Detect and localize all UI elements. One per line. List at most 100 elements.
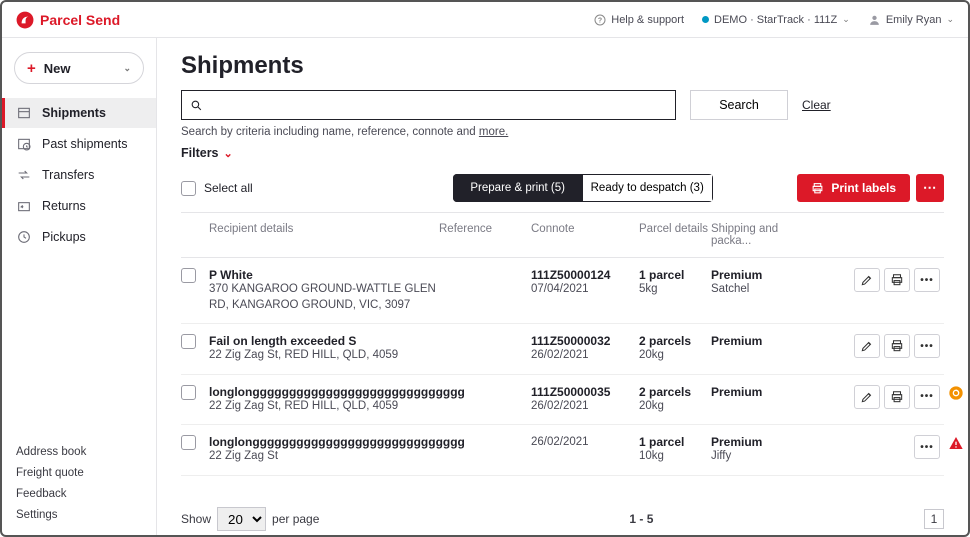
col-connote: Connote xyxy=(531,223,639,247)
more-link[interactable]: more. xyxy=(479,126,508,138)
sidebar-item-shipments[interactable]: Shipments xyxy=(2,98,156,128)
shipping-method: Premium xyxy=(711,435,811,449)
row-more-button[interactable]: ••• xyxy=(914,435,940,459)
row-checkbox[interactable] xyxy=(181,385,196,400)
main-content: Shipments Search Clear Search by criteri… xyxy=(157,38,968,535)
row-checkbox[interactable] xyxy=(181,334,196,349)
transfers-icon xyxy=(16,167,32,183)
sidebar-item-label: Returns xyxy=(42,199,86,213)
help-support-link[interactable]: ? Help & support xyxy=(594,14,684,26)
sidebar-item-label: Pickups xyxy=(42,230,86,244)
user-menu[interactable]: Emily Ryan ⌄ xyxy=(868,13,954,26)
new-button[interactable]: + New ⌄ xyxy=(14,52,144,84)
shipping-method: Premium xyxy=(711,334,811,348)
more-dots-icon: ••• xyxy=(920,341,934,352)
plus-icon: + xyxy=(27,60,36,77)
printer-icon xyxy=(811,182,824,195)
chevron-down-icon: ⌄ xyxy=(842,14,850,25)
sidebar-item-past-shipments[interactable]: Past shipments xyxy=(2,129,156,159)
table-toolbar: Select all Prepare & print (5) Ready to … xyxy=(181,174,944,202)
past-icon xyxy=(16,136,32,152)
sidebar-footer: Address book Freight quote Feedback Sett… xyxy=(2,446,156,525)
row-actions: ••• xyxy=(811,435,944,459)
table-row: Fail on length exceeded S22 Zig Zag St, … xyxy=(181,324,944,375)
chevron-down-icon: ⌄ xyxy=(946,14,954,25)
footer-address-book[interactable]: Address book xyxy=(16,446,142,458)
search-input[interactable] xyxy=(209,98,667,112)
recipient-address: 22 Zig Zag St, RED HILL, QLD, 4059 xyxy=(209,348,439,364)
search-icon xyxy=(190,99,203,112)
account-switcher[interactable]: DEMO · StarTrack · 111Z ⌄ xyxy=(702,14,850,26)
table-row: longlonggggggggggggggggggggggggggggg22 Z… xyxy=(181,425,944,476)
topbar: Parcel Send ? Help & support DEMO · Star… xyxy=(2,2,968,38)
brand: Parcel Send xyxy=(16,11,120,29)
more-dots-icon: ••• xyxy=(920,391,934,402)
footer-settings[interactable]: Settings xyxy=(16,509,142,521)
tab-prepare-print[interactable]: Prepare & print (5) xyxy=(453,174,583,202)
parcel-weight: 5kg xyxy=(639,283,711,295)
parcel-weight: 10kg xyxy=(639,450,711,462)
pager-current-page[interactable]: 1 xyxy=(924,509,944,529)
pager-show-label: Show xyxy=(181,512,211,526)
returns-icon xyxy=(16,198,32,214)
table-row: P White370 KANGAROO GROUND-WATTLE GLEN R… xyxy=(181,258,944,324)
packaging-type: Jiffy xyxy=(711,450,811,462)
logo-icon xyxy=(16,11,34,29)
row-checkbox[interactable] xyxy=(181,435,196,450)
recipient-address: 22 Zig Zag St, RED HILL, QLD, 4059 xyxy=(209,399,439,415)
connote-date: 26/02/2021 xyxy=(531,400,639,412)
col-shipping: Shipping and packa... xyxy=(711,223,811,247)
more-dots-icon: ••• xyxy=(920,442,934,453)
parcel-count: 1 parcel xyxy=(639,435,711,449)
print-button[interactable] xyxy=(884,334,910,358)
help-icon: ? xyxy=(594,14,606,26)
table-header: Recipient details Reference Connote Parc… xyxy=(181,213,944,258)
print-labels-button[interactable]: Print labels xyxy=(797,174,910,202)
sidebar-item-pickups[interactable]: Pickups xyxy=(2,222,156,252)
search-button[interactable]: Search xyxy=(690,90,788,120)
more-dots-icon: ••• xyxy=(920,275,934,286)
select-all[interactable]: Select all xyxy=(181,181,253,196)
sidebar-item-returns[interactable]: Returns xyxy=(2,191,156,221)
connote-date: 26/02/2021 xyxy=(531,436,639,448)
status-tabs: Prepare & print (5) Ready to despatch (3… xyxy=(453,174,713,202)
checkbox-icon[interactable] xyxy=(181,181,196,196)
sidebar-item-transfers[interactable]: Transfers xyxy=(2,160,156,190)
connote-number: 111Z50000032 xyxy=(531,334,639,348)
row-more-button[interactable]: ••• xyxy=(914,385,940,409)
row-actions: ••• xyxy=(811,334,944,358)
brand-name: Parcel Send xyxy=(40,12,120,28)
pager: Show 20 per page 1 - 5 1 xyxy=(181,507,944,531)
footer-feedback[interactable]: Feedback xyxy=(16,488,142,500)
per-page-select[interactable]: 20 xyxy=(217,507,266,531)
recipient-name: longlonggggggggggggggggggggggggggggg xyxy=(209,385,439,399)
col-recipient: Recipient details xyxy=(209,223,439,247)
pager-suffix: per page xyxy=(272,512,319,526)
filters-toggle[interactable]: Filters ⌄ xyxy=(181,146,944,160)
user-icon xyxy=(868,13,881,26)
edit-button[interactable] xyxy=(854,385,880,409)
sidebar-item-label: Transfers xyxy=(42,168,94,182)
edit-button[interactable] xyxy=(854,268,880,292)
parcel-count: 1 parcel xyxy=(639,268,711,282)
connote-number: 111Z50000124 xyxy=(531,268,639,282)
connote-date: 26/02/2021 xyxy=(531,349,639,361)
footer-freight-quote[interactable]: Freight quote xyxy=(16,467,142,479)
row-more-button[interactable]: ••• xyxy=(914,334,940,358)
status-dot-icon xyxy=(702,16,709,23)
row-checkbox[interactable] xyxy=(181,268,196,283)
clear-link[interactable]: Clear xyxy=(802,98,831,112)
row-more-button[interactable]: ••• xyxy=(914,268,940,292)
print-button[interactable] xyxy=(884,385,910,409)
parcel-count: 2 parcels xyxy=(639,385,711,399)
connote-number: 111Z50000035 xyxy=(531,385,639,399)
toolbar-more-button[interactable]: ⋯ xyxy=(916,174,944,202)
edit-button[interactable] xyxy=(854,334,880,358)
new-label: New xyxy=(44,61,71,76)
recipient-name: P White xyxy=(209,268,439,282)
shipping-method: Premium xyxy=(711,268,811,282)
error-icon xyxy=(948,435,964,451)
parcel-weight: 20kg xyxy=(639,400,711,412)
print-button[interactable] xyxy=(884,268,910,292)
tab-ready-despatch[interactable]: Ready to despatch (3) xyxy=(583,174,713,202)
